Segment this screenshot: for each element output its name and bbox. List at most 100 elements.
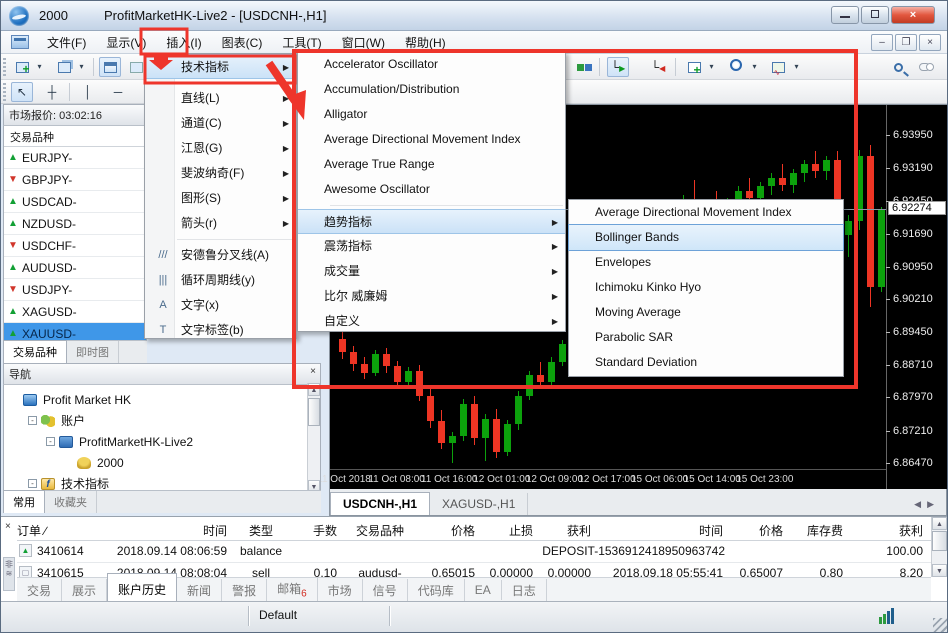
menu-item-Bollinger Bands[interactable]: Bollinger Bands — [569, 225, 843, 250]
terminal-tab-信号[interactable]: 信号 — [363, 579, 408, 602]
menu-item-Accumulation/Distribution[interactable]: Accumulation/Distribution — [298, 77, 565, 102]
column-header-价格[interactable]: 价格 — [731, 522, 783, 539]
terminal-tab-交易[interactable]: 交易 — [17, 579, 62, 602]
crosshair-tool-button[interactable]: ┼ — [41, 82, 63, 102]
collapse-icon[interactable]: - — [28, 416, 37, 425]
mdi-restore-button[interactable]: ❐ — [895, 34, 917, 51]
new-order-button[interactable]: + — [683, 57, 705, 77]
navigator-node-ProfitMarketHK-Live2[interactable]: -ProfitMarketHK-Live2 — [10, 431, 320, 452]
cursor-tool-button[interactable]: ↖ — [11, 82, 33, 102]
profiles-dropdown[interactable]: ▾ — [76, 57, 87, 77]
menu-item-Moving Average[interactable]: Moving Average — [569, 300, 843, 325]
menu-item-Average Directional Movement Index[interactable]: Average Directional Movement Index — [298, 127, 565, 152]
vertical-line-tool-button[interactable]: │ — [77, 82, 99, 102]
chart-tab-XAGUSD-,H1[interactable]: XAGUSD-,H1 — [430, 493, 528, 515]
terminal-tab-警报[interactable]: 警报 — [222, 579, 267, 602]
menu-item-Average Directional Movement Index[interactable]: Average Directional Movement Index — [569, 200, 843, 225]
terminal-tab-邮箱[interactable]: 邮箱6 — [267, 577, 318, 602]
column-header-获利[interactable]: 获利 — [541, 522, 591, 539]
menu-item-比尔 威廉姆[interactable]: 比尔 威廉姆▶ — [298, 284, 565, 309]
chart-shift-button[interactable]: └◀ — [647, 57, 669, 77]
new-chart-button[interactable]: + — [11, 57, 33, 77]
collapse-icon[interactable]: - — [46, 437, 55, 446]
mdi-close-button[interactable]: × — [919, 34, 941, 51]
market-watch-toggle-button[interactable] — [99, 57, 121, 77]
column-header-手数[interactable]: 手数 — [295, 522, 337, 539]
order-row[interactable]: ▲34106142018.09.14 08:06:59balanceDEPOSI… — [17, 541, 931, 563]
menu-item-自定义[interactable]: 自定义▶ — [298, 309, 565, 334]
column-header-库存费[interactable]: 库存费 — [791, 522, 843, 539]
symbol-column-header[interactable]: 交易品种 — [4, 126, 146, 147]
column-header-类型[interactable]: 类型 — [235, 522, 287, 539]
menu-item-Accelerator Oscillator[interactable]: Accelerator Oscillator — [298, 52, 565, 77]
terminal-tab-代码库[interactable]: 代码库 — [408, 579, 465, 602]
new-chart-dropdown[interactable]: ▾ — [34, 57, 45, 77]
maximize-button[interactable] — [861, 6, 889, 24]
search-button[interactable] — [887, 57, 909, 77]
terminal-tab-日志[interactable]: 日志 — [502, 579, 547, 602]
column-header-时间[interactable]: 时间 — [113, 522, 227, 539]
menu-item-Awesome Oscillator[interactable]: Awesome Oscillator — [298, 177, 565, 202]
symbol-row[interactable]: ▲NZDUSD- — [4, 213, 146, 235]
navigator-close-icon[interactable]: × — [310, 366, 316, 377]
menu-item-箭头(r)[interactable]: 箭头(r)▶ — [145, 211, 296, 236]
periods-clock-button[interactable] — [725, 57, 747, 77]
profile-status[interactable]: Default — [259, 608, 297, 622]
symbol-row[interactable]: ▼GBPJPY- — [4, 169, 146, 191]
toolbar-grip[interactable] — [3, 58, 6, 76]
terminal-tab-市场[interactable]: 市场 — [318, 579, 363, 602]
auto-scroll-button[interactable]: └▶ — [607, 57, 629, 77]
tile-windows-button[interactable] — [573, 57, 595, 77]
menubar-item-插入(I)[interactable]: 插入(I) — [156, 31, 211, 54]
symbol-row[interactable]: ▲USDCAD- — [4, 191, 146, 213]
menu-item-Alligator[interactable]: Alligator — [298, 102, 565, 127]
terminal-close-icon[interactable]: × — [5, 521, 11, 532]
chat-button[interactable] — [915, 57, 937, 77]
mdi-minimize-button[interactable]: – — [871, 34, 893, 51]
menu-item-通道(C)[interactable]: 通道(C)▶ — [145, 111, 296, 136]
toolbar-grip[interactable] — [3, 83, 6, 101]
menu-item-Average True Range[interactable]: Average True Range — [298, 152, 565, 177]
menu-item-成交量[interactable]: 成交量▶ — [298, 259, 565, 284]
column-header-时间[interactable]: 时间 — [599, 522, 723, 539]
scroll-left-icon[interactable]: ◀ — [914, 499, 927, 509]
menu-item-图形(S)[interactable]: 图形(S)▶ — [145, 186, 296, 211]
column-header-价格[interactable]: 价格 — [423, 522, 475, 539]
menubar-item-图表(C)[interactable]: 图表(C) — [212, 31, 273, 54]
new-order-dropdown[interactable]: ▾ — [706, 57, 717, 77]
collapse-icon[interactable]: - — [28, 479, 37, 488]
symbol-row[interactable]: ▲AUDUSD- — [4, 257, 146, 279]
menubar-item-显示(V)[interactable]: 显示(V) — [96, 31, 156, 54]
chart-tab-USDCNH-,H1[interactable]: USDCNH-,H1 — [330, 492, 430, 515]
resize-grip[interactable] — [933, 618, 947, 632]
periods-dropdown[interactable]: ▾ — [749, 57, 760, 77]
symbol-row[interactable]: ▲EURJPY- — [4, 147, 146, 169]
terminal-tab-新闻[interactable]: 新闻 — [177, 579, 222, 602]
templates-dropdown[interactable]: ▾ — [791, 57, 802, 77]
menu-item-循环周期线(y)[interactable]: |||循环周期线(y) — [145, 268, 296, 293]
menu-item-趋势指标[interactable]: 趋势指标▶ — [298, 209, 565, 234]
symbol-row[interactable]: ▼USDCHF- — [4, 235, 146, 257]
column-header-订单[interactable]: 订单 ∕ — [17, 522, 105, 539]
menu-item-斐波纳奇(F)[interactable]: 斐波纳奇(F)▶ — [145, 161, 296, 186]
horizontal-line-tool-button[interactable]: ─ — [107, 82, 129, 102]
navigator-node-Profit Market HK[interactable]: Profit Market HK — [10, 389, 320, 410]
terminal-tab-展示[interactable]: 展示 — [62, 579, 107, 602]
menu-item-Parabolic SAR[interactable]: Parabolic SAR — [569, 325, 843, 350]
terminal-tab-账户历史[interactable]: 账户历史 — [107, 573, 177, 601]
navigator-node-账户[interactable]: -账户 — [10, 410, 320, 431]
templates-button[interactable]: ∿ — [767, 57, 789, 77]
menu-item-江恩(G)[interactable]: 江恩(G)▶ — [145, 136, 296, 161]
menubar-item-文件(F)[interactable]: 文件(F) — [37, 31, 96, 54]
menu-item-文字标签(b)[interactable]: T文字标签(b) — [145, 318, 296, 343]
bar-chart-icon[interactable] — [879, 608, 895, 624]
scroll-right-icon[interactable]: ▶ — [927, 499, 940, 509]
menu-item-安德鲁分叉线(A)[interactable]: ///安德鲁分叉线(A) — [145, 243, 296, 268]
close-button[interactable]: × — [891, 6, 935, 24]
profiles-button[interactable] — [53, 57, 75, 77]
menu-item-震荡指标[interactable]: 震荡指标▶ — [298, 234, 565, 259]
column-header-交易品种[interactable]: 交易品种 — [345, 522, 415, 539]
symbol-row[interactable]: ▲XAGUSD- — [4, 301, 146, 323]
navigator-tab-收藏夹[interactable]: 收藏夹 — [45, 491, 97, 513]
time-axis[interactable]: 11 Oct 201811 Oct 08:0011 Oct 16:0012 Oc… — [330, 469, 886, 489]
